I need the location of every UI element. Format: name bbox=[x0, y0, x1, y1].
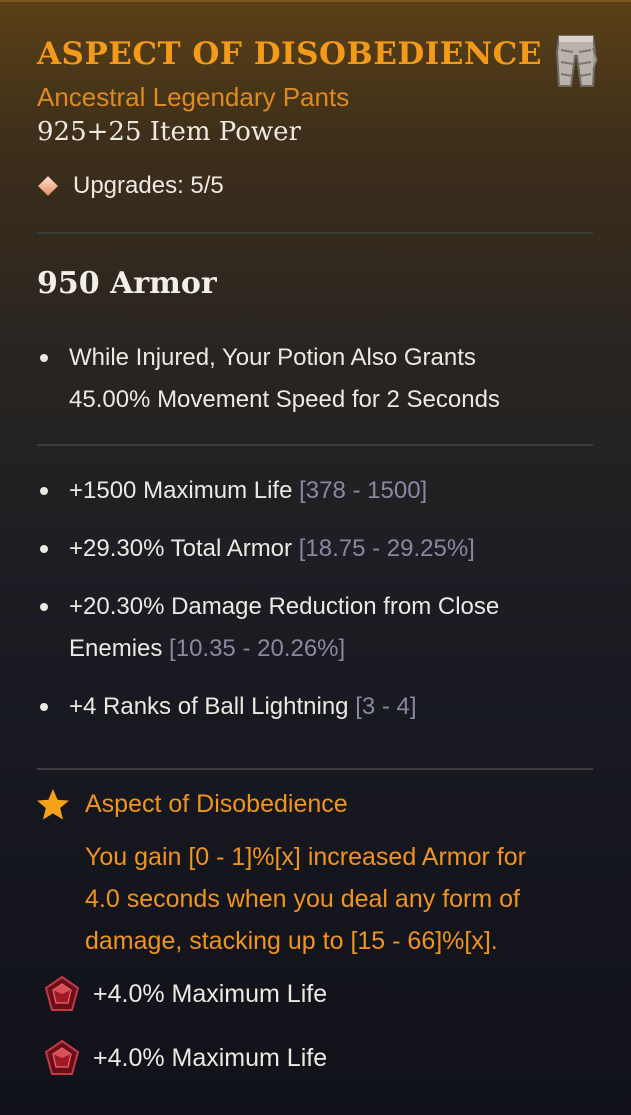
affix-range: [3 - 4] bbox=[355, 693, 417, 720]
affix-text-continued: Enemies bbox=[69, 635, 163, 662]
socket-row: +4.0% Maximum Life bbox=[44, 976, 327, 1012]
affix-text: +20.30% Damage Reduction from Close bbox=[69, 593, 500, 620]
socket-text: +4.0% Maximum Life bbox=[93, 979, 328, 1008]
star-icon bbox=[37, 789, 69, 820]
item-name: ASPECT OF DISOBEDIENCE bbox=[37, 36, 542, 72]
aspect-line-1: You gain [0 - 1]%[x] increased Armor for bbox=[85, 843, 526, 871]
upgrade-diamond-icon bbox=[38, 176, 58, 196]
divider bbox=[37, 232, 593, 234]
bullet-icon bbox=[40, 703, 48, 711]
ruby-gem-icon bbox=[44, 976, 80, 1011]
affix-row: +1500 Maximum Life [378 - 1500] bbox=[40, 470, 590, 512]
affix-range: [10.35 - 20.26%] bbox=[169, 635, 346, 662]
implicit-line-2: 45.00% Movement Speed for 2 Seconds bbox=[69, 386, 500, 413]
affix-range: [18.75 - 29.25%] bbox=[298, 535, 475, 562]
affix-row: +29.30% Total Armor [18.75 - 29.25%] bbox=[40, 528, 590, 570]
ruby-gem-icon bbox=[44, 1040, 80, 1075]
affix-range: [378 - 1500] bbox=[299, 477, 428, 504]
bullet-icon bbox=[40, 354, 48, 362]
aspect-line-3: damage, stacking up to [15 - 66]%[x]. bbox=[85, 927, 498, 955]
aspect-line-2: 4.0 seconds when you deal any form of bbox=[85, 885, 520, 913]
affix-text: +4 Ranks of Ball Lightning bbox=[69, 693, 349, 720]
affix-row: +4 Ranks of Ball Lightning [3 - 4] bbox=[40, 686, 590, 728]
socket-row: +4.0% Maximum Life bbox=[44, 1040, 327, 1076]
pants-icon bbox=[555, 35, 598, 87]
divider bbox=[37, 768, 593, 770]
divider bbox=[37, 444, 593, 446]
bullet-icon bbox=[40, 487, 48, 495]
socket-text: +4.0% Maximum Life bbox=[93, 1043, 328, 1072]
armor-value: 950 Armor bbox=[37, 266, 217, 301]
upgrades-row: Upgrades: 5/5 bbox=[37, 172, 224, 200]
affix-text: +1500 Maximum Life bbox=[69, 477, 293, 504]
affix-row: +20.30% Damage Reduction from Close Enem… bbox=[40, 586, 590, 670]
item-power: 925+25 Item Power bbox=[37, 117, 301, 147]
item-tooltip: ASPECT OF DISOBEDIENCE Ancestral Legenda… bbox=[0, 0, 631, 1115]
bullet-icon bbox=[40, 545, 48, 553]
aspect-description: You gain [0 - 1]%[x] increased Armor for… bbox=[85, 836, 585, 962]
affix-text: +29.30% Total Armor bbox=[69, 535, 293, 562]
implicit-line-1: While Injured, Your Potion Also Grants bbox=[69, 344, 476, 371]
bullet-icon bbox=[40, 603, 48, 611]
upgrades-label: Upgrades: 5/5 bbox=[73, 172, 224, 199]
implicit-affix: While Injured, Your Potion Also Grants 4… bbox=[40, 337, 590, 421]
item-type: Ancestral Legendary Pants bbox=[37, 82, 350, 112]
aspect-title: Aspect of Disobedience bbox=[85, 790, 348, 818]
